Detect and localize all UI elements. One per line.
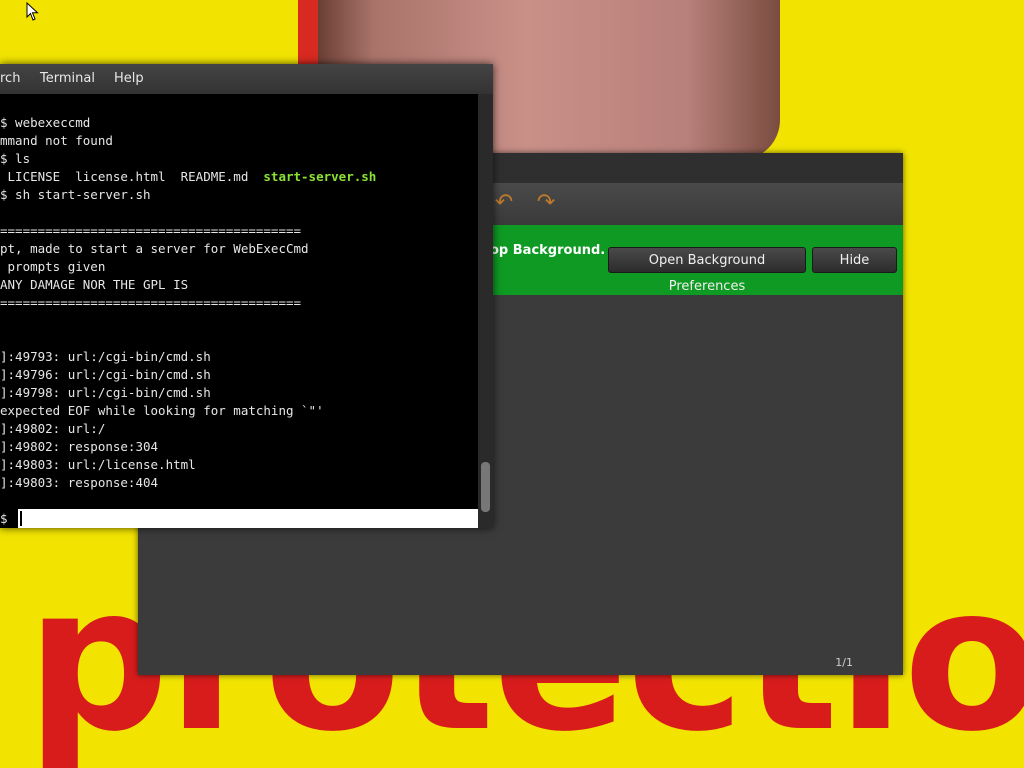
- executable-file-name: start-server.sh: [263, 169, 377, 184]
- prompt-symbol: $: [0, 509, 18, 528]
- terminal-line-text: $ ls: [0, 151, 31, 166]
- terminal-line-text: prompts given: [0, 259, 106, 274]
- terminal-line-text: ANY DAMAGE NOR THE GPL IS: [0, 277, 189, 292]
- terminal-line-text: ]:49796: url:/cgi-bin/cmd.sh: [0, 367, 211, 382]
- terminal-line-text: ]:49803: url:/license.html: [0, 457, 196, 472]
- undo-icon[interactable]: ↶: [493, 191, 515, 215]
- terminal-line: $ webexeccmd: [0, 114, 478, 132]
- terminal-menubar: rch Terminal Help: [0, 64, 493, 94]
- page-counter: 1/1: [835, 656, 853, 669]
- terminal-line: ]:49802: response:304: [0, 438, 478, 456]
- terminal-output[interactable]: $ webexeccmd mmand not found $ ls LICENSE …: [0, 94, 478, 510]
- terminal-line: prompts given: [0, 258, 478, 276]
- terminal-line: pt, made to start a server for WebExecCm…: [0, 240, 478, 258]
- terminal-line: ]:49803: url:/license.html: [0, 456, 478, 474]
- terminal-line: ]:49803: response:404: [0, 474, 478, 492]
- menu-terminal[interactable]: Terminal: [40, 71, 95, 86]
- terminal-line: ANY DAMAGE NOR THE GPL IS: [0, 276, 478, 294]
- terminal-line-text: ========================================: [0, 223, 302, 238]
- terminal-line-text: ]:49793: url:/cgi-bin/cmd.sh: [0, 349, 211, 364]
- menu-search[interactable]: rch: [0, 71, 20, 86]
- terminal-line: $ sh start-server.sh: [0, 186, 478, 204]
- terminal-line: ]:49796: url:/cgi-bin/cmd.sh: [0, 366, 478, 384]
- text-cursor: [20, 511, 22, 526]
- terminal-line-text: ]:49802: url:/: [0, 421, 106, 436]
- terminal-line-text: expected EOF while looking for matching …: [0, 403, 324, 418]
- terminal-line: ========================================: [0, 222, 478, 240]
- scrollbar-thumb[interactable]: [481, 462, 490, 512]
- terminal-line: ]:49802: url:/: [0, 420, 478, 438]
- terminal-line-text: ]:49802: response:304: [0, 439, 159, 454]
- terminal-line: expected EOF while looking for matching …: [0, 402, 478, 420]
- terminal-line: LICENSE license.html README.md start-ser…: [0, 168, 478, 186]
- terminal-line-text: pt, made to start a server for WebExecCm…: [0, 241, 309, 256]
- terminal-scrollbar[interactable]: [478, 94, 493, 528]
- open-background-preferences-button[interactable]: Open Background Preferences: [608, 247, 806, 294]
- terminal-line-text: LICENSE license.html README.md: [0, 169, 264, 184]
- hide-button[interactable]: Hide: [812, 247, 897, 273]
- terminal-line-text: mmand not found: [0, 133, 113, 148]
- terminal-line-text: ]:49798: url:/cgi-bin/cmd.sh: [0, 385, 211, 400]
- menu-help[interactable]: Help: [114, 71, 144, 86]
- terminal-line: ]:49798: url:/cgi-bin/cmd.sh: [0, 384, 478, 402]
- terminal-line: mmand not found: [0, 132, 478, 150]
- terminal-line: ========================================: [0, 294, 478, 312]
- redo-icon[interactable]: ↷: [535, 191, 557, 215]
- terminal-line: ]:49793: url:/cgi-bin/cmd.sh: [0, 348, 478, 366]
- mouse-pointer-icon: [26, 2, 39, 21]
- terminal-input-line[interactable]: $: [0, 509, 478, 528]
- terminal-line-text: ]:49803: response:404: [0, 475, 159, 490]
- terminal-line-text: $ sh start-server.sh: [0, 187, 151, 202]
- terminal-line-text: $ webexeccmd: [0, 115, 91, 130]
- terminal-line-text: ========================================: [0, 295, 302, 310]
- terminal-window: rch Terminal Help $ webexeccmd mmand not …: [0, 64, 493, 528]
- terminal-line: $ ls: [0, 150, 478, 168]
- info-bar-message: op Background.: [490, 243, 606, 258]
